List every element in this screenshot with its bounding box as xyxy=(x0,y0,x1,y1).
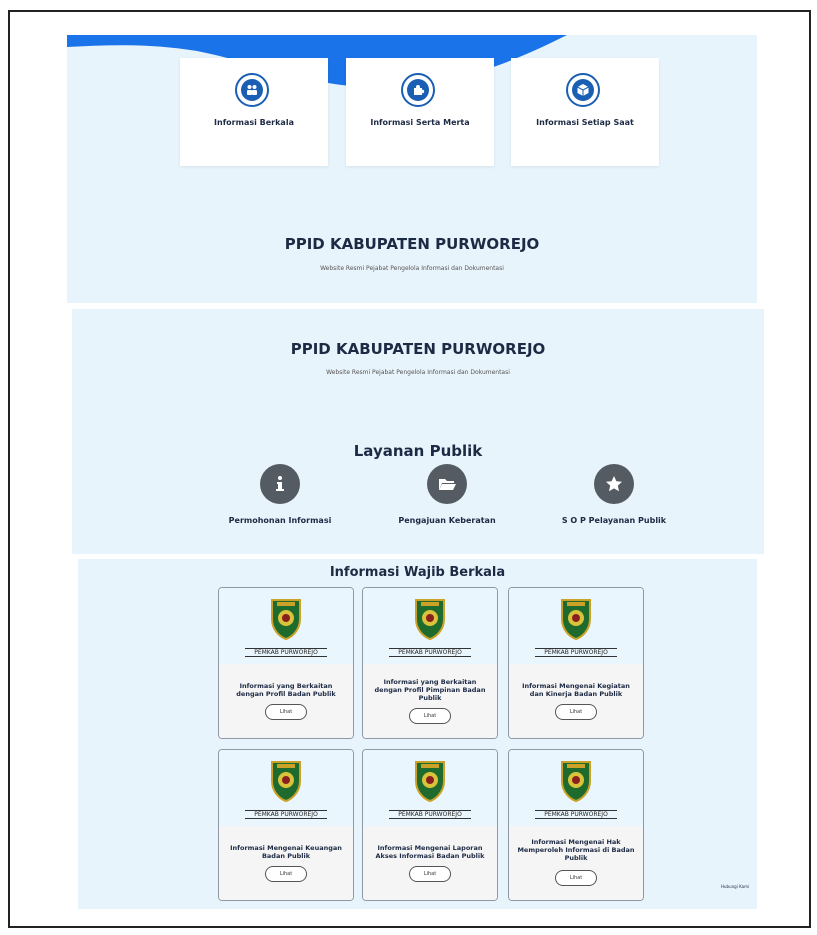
site-title: PPID KABUPATEN PURWOREJO xyxy=(290,340,546,358)
emblem-caption: PEMKAB PURWOREJO xyxy=(535,648,617,657)
site-subtitle: Website Resmi Pejabat Pengelola Informas… xyxy=(326,369,510,376)
emblem-caption: PEMKAB PURWOREJO xyxy=(535,810,617,819)
section-title: Layanan Publik xyxy=(353,442,483,460)
lihat-button[interactable]: Lihat xyxy=(265,704,307,720)
card-title: Informasi Mengenai Hak Memperoleh Inform… xyxy=(517,838,635,862)
category-card-serta-merta[interactable]: Informasi Serta Merta xyxy=(346,58,494,166)
info-card: PEMKAB PURWOREJO Informasi Mengenai Lapo… xyxy=(362,749,498,901)
lihat-button[interactable]: Lihat xyxy=(555,704,597,720)
box-icon xyxy=(566,73,600,107)
emblem-caption: PEMKAB PURWOREJO xyxy=(245,648,327,657)
card-title: Informasi Mengenai Laporan Akses Informa… xyxy=(375,844,485,860)
pemkab-emblem-icon xyxy=(271,761,301,803)
pemkab-emblem-icon xyxy=(561,761,591,803)
service-pengajuan-keberatan[interactable]: Pengajuan Keberatan xyxy=(367,464,527,525)
card-title: Informasi Mengenai Kegiatan dan Kinerja … xyxy=(522,682,630,698)
lihat-button[interactable]: Lihat xyxy=(555,870,597,886)
emblem-caption: PEMKAB PURWOREJO xyxy=(389,810,471,819)
category-label: Informasi Serta Merta xyxy=(370,118,470,127)
hubungi-kami-link[interactable]: Hubungi Kami xyxy=(721,884,749,889)
card-title: Informasi yang Berkaitan dengan Profil B… xyxy=(236,682,336,698)
site-subtitle: Website Resmi Pejabat Pengelola Informas… xyxy=(320,265,504,272)
pemkab-emblem-icon xyxy=(415,599,445,641)
category-label: Informasi Setiap Saat xyxy=(536,118,634,127)
pemkab-emblem-icon xyxy=(271,599,301,641)
site-title: PPID KABUPATEN PURWOREJO xyxy=(284,235,540,253)
lihat-button[interactable]: Lihat xyxy=(409,866,451,882)
info-card: PEMKAB PURWOREJO Informasi yang Berkaita… xyxy=(218,587,354,739)
category-card-berkala[interactable]: Informasi Berkala xyxy=(180,58,328,166)
star-icon xyxy=(594,464,634,504)
layanan-publik-section: PPID KABUPATEN PURWOREJO Website Resmi P… xyxy=(72,309,764,554)
info-card: PEMKAB PURWOREJO Informasi yang Berkaita… xyxy=(362,587,498,739)
emblem-caption: PEMKAB PURWOREJO xyxy=(245,810,327,819)
info-card: PEMKAB PURWOREJO Informasi Mengenai Keua… xyxy=(218,749,354,901)
category-label: Informasi Berkala xyxy=(214,118,294,127)
service-label: Permohonan Informasi xyxy=(228,516,332,525)
service-label: S O P Pelayanan Publik xyxy=(561,516,667,525)
category-card-setiap-saat[interactable]: Informasi Setiap Saat xyxy=(511,58,659,166)
section-title: Informasi Wajib Berkala xyxy=(329,565,506,580)
emblem-caption: PEMKAB PURWOREJO xyxy=(389,648,471,657)
puzzle-icon xyxy=(401,73,435,107)
users-icon xyxy=(235,73,269,107)
info-icon xyxy=(260,464,300,504)
pemkab-emblem-icon xyxy=(561,599,591,641)
card-title: Informasi Mengenai Keuangan Badan Publik xyxy=(230,844,342,860)
folder-icon xyxy=(427,464,467,504)
informasi-wajib-berkala-section: Informasi Wajib Berkala PEMKAB PURWOREJO… xyxy=(78,559,757,909)
service-permohonan-informasi[interactable]: Permohonan Informasi xyxy=(200,464,360,525)
hero-section: Informasi Berkala Informasi Serta Merta … xyxy=(67,35,757,303)
service-label: Pengajuan Keberatan xyxy=(398,516,496,525)
lihat-button[interactable]: Lihat xyxy=(265,866,307,882)
card-title: Informasi yang Berkaitan dengan Profil P… xyxy=(374,678,486,702)
pemkab-emblem-icon xyxy=(415,761,445,803)
info-card: PEMKAB PURWOREJO Informasi Mengenai Hak … xyxy=(508,749,644,901)
lihat-button[interactable]: Lihat xyxy=(409,708,451,724)
info-card: PEMKAB PURWOREJO Informasi Mengenai Kegi… xyxy=(508,587,644,739)
service-sop-pelayanan[interactable]: S O P Pelayanan Publik xyxy=(534,464,694,525)
